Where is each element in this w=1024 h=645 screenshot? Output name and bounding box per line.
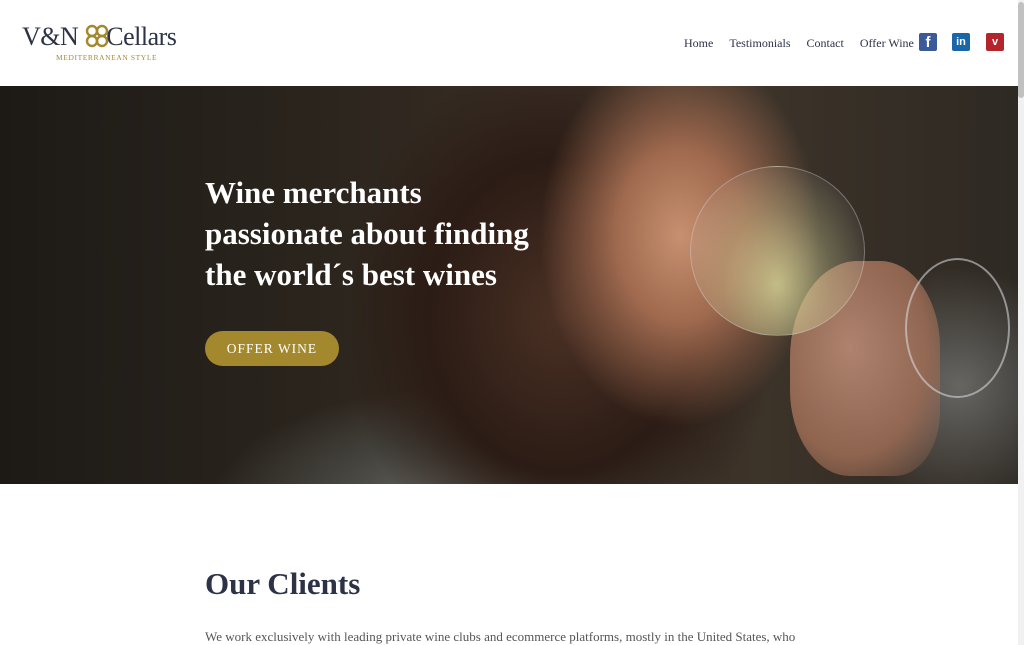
logo-tagline: MEDITERRANEAN STYLE [56, 53, 158, 62]
clients-paragraph: We work exclusively with leading private… [205, 629, 796, 644]
logo-text-right: Cellars [106, 22, 177, 51]
facebook-icon[interactable]: f [919, 33, 937, 51]
vivino-icon[interactable]: v [986, 33, 1004, 51]
hero-photo-wine-glass [690, 166, 865, 336]
page-scrollbar[interactable] [1018, 0, 1024, 645]
vivino-glyph: v [991, 36, 999, 48]
main-nav: Home Testimonials Contact Offer Wine [684, 34, 930, 52]
site-logo[interactable]: V&N Cellars MEDITERRANEAN STYLE [22, 22, 192, 66]
nav-item-offer-wine[interactable]: Offer Wine [860, 36, 914, 51]
linkedin-glyph: in [956, 36, 966, 48]
offer-wine-button[interactable]: OFFER WINE [205, 331, 339, 366]
scrollbar-thumb[interactable] [1018, 2, 1024, 98]
hero-title: Wine merchants passionate about finding … [205, 172, 585, 295]
hero-photo-glass-base [905, 258, 1010, 398]
hero-title-line: passionate about finding [205, 216, 529, 251]
logo-text-left: V&N [22, 22, 79, 51]
nav-item-testimonials[interactable]: Testimonials [729, 36, 790, 51]
nav-item-home[interactable]: Home [684, 36, 713, 51]
site-header: V&N Cellars MEDITERRANEAN STYLE Home Test… [0, 0, 1018, 86]
hero-banner: Wine merchants passionate about finding … [0, 86, 1018, 484]
facebook-glyph: f [925, 33, 931, 51]
nav-item-contact[interactable]: Contact [806, 36, 843, 51]
hero-title-line: the world´s best wines [205, 257, 497, 292]
knot-icon [85, 24, 109, 48]
clients-heading: Our Clients [205, 566, 361, 601]
hero-title-line: Wine merchants [205, 175, 422, 210]
linkedin-icon[interactable]: in [952, 33, 970, 51]
